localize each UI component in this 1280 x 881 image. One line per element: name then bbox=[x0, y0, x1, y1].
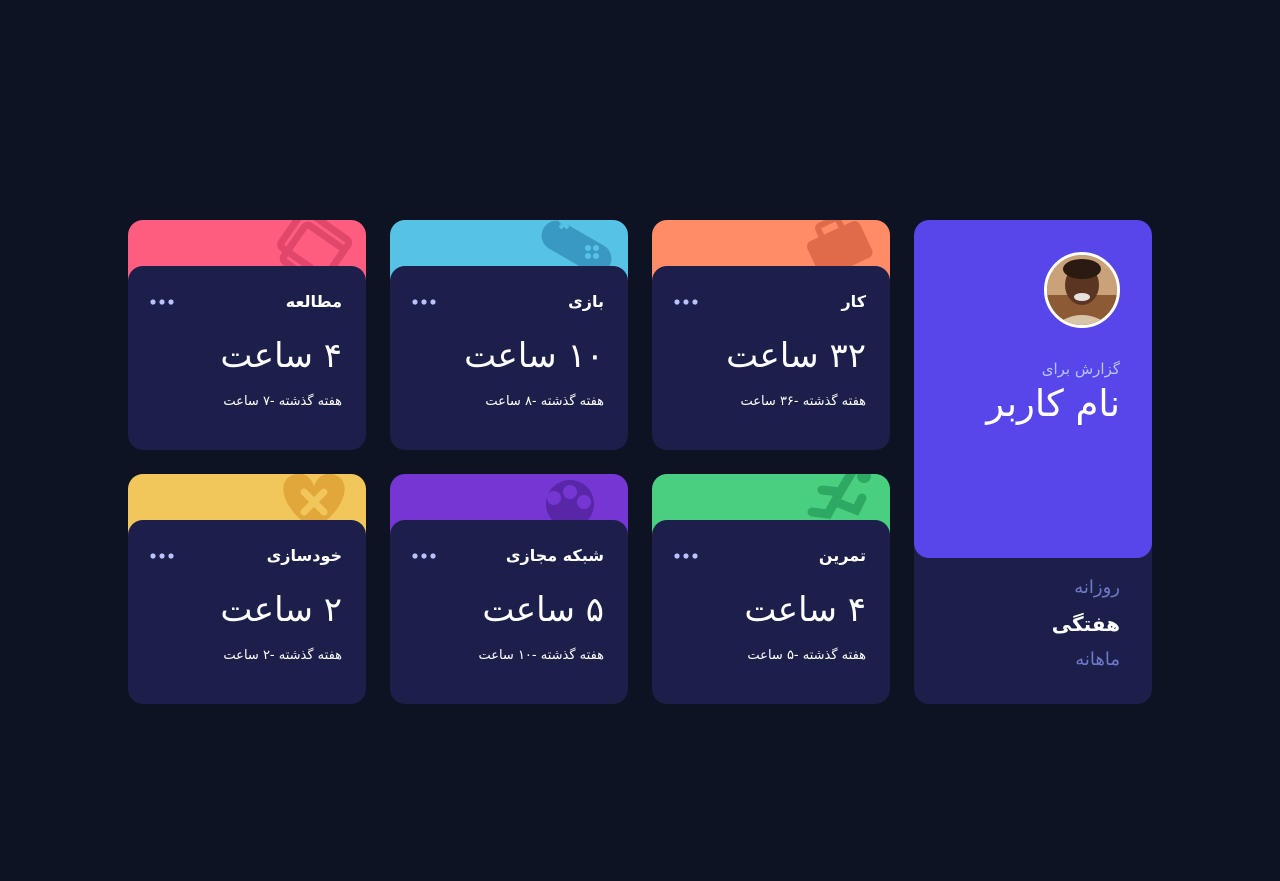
card-play: بازی ۱۰ ساعت هفته گذشته -۸ ساعت bbox=[390, 220, 628, 450]
profile-header: گزارش برای نام کاربر bbox=[914, 220, 1152, 558]
previous-hours: هفته گذشته -۵ ساعت bbox=[747, 648, 866, 663]
card-selfcare-body: خودسازی ۲ ساعت هفته گذشته -۲ ساعت bbox=[128, 520, 366, 704]
period-weekly[interactable]: هفتگی bbox=[940, 606, 1120, 642]
avatar-image bbox=[1047, 255, 1117, 325]
report-for-label: گزارش برای bbox=[1041, 360, 1120, 378]
current-hours: ۲ ساعت bbox=[220, 590, 342, 630]
dashboard: گزارش برای نام کاربر روزانه هفتگی ماهانه… bbox=[0, 0, 1280, 881]
card-title: کار bbox=[841, 292, 866, 311]
previous-hours: هفته گذشته -۱۰ ساعت bbox=[478, 648, 604, 663]
current-hours: ۴ ساعت bbox=[744, 590, 866, 630]
card-selfcare: خودسازی ۲ ساعت هفته گذشته -۲ ساعت bbox=[128, 474, 366, 704]
card-social: شبکه مجازی ۵ ساعت هفته گذشته -۱۰ ساعت bbox=[390, 474, 628, 704]
ellipsis-icon[interactable] bbox=[674, 548, 700, 564]
card-title: شبکه مجازی bbox=[505, 546, 604, 565]
card-title: خودسازی bbox=[266, 546, 342, 565]
period-switcher: روزانه هفتگی ماهانه bbox=[940, 570, 1120, 678]
ellipsis-icon[interactable] bbox=[412, 294, 438, 310]
card-exercise: تمرین ۴ ساعت هفته گذشته -۵ ساعت bbox=[652, 474, 890, 704]
card-play-body: بازی ۱۰ ساعت هفته گذشته -۸ ساعت bbox=[390, 266, 628, 450]
card-work-body: کار ۳۲ ساعت هفته گذشته -۳۶ ساعت bbox=[652, 266, 890, 450]
card-title: تمرین bbox=[818, 546, 866, 565]
card-title: مطالعه bbox=[285, 292, 342, 311]
ellipsis-icon[interactable] bbox=[150, 548, 176, 564]
card-title: بازی bbox=[568, 292, 604, 311]
card-exercise-body: تمرین ۴ ساعت هفته گذشته -۵ ساعت bbox=[652, 520, 890, 704]
ellipsis-icon[interactable] bbox=[412, 548, 438, 564]
avatar bbox=[1044, 252, 1120, 328]
current-hours: ۴ ساعت bbox=[220, 336, 342, 376]
current-hours: ۱۰ ساعت bbox=[464, 336, 604, 376]
current-hours: ۳۲ ساعت bbox=[726, 336, 866, 376]
card-study: مطالعه ۴ ساعت هفته گذشته -۷ ساعت bbox=[128, 220, 366, 450]
period-daily[interactable]: روزانه bbox=[940, 570, 1120, 606]
ellipsis-icon[interactable] bbox=[150, 294, 176, 310]
previous-hours: هفته گذشته -۲ ساعت bbox=[223, 648, 342, 663]
card-social-body: شبکه مجازی ۵ ساعت هفته گذشته -۱۰ ساعت bbox=[390, 520, 628, 704]
card-study-body: مطالعه ۴ ساعت هفته گذشته -۷ ساعت bbox=[128, 266, 366, 450]
user-name: نام کاربر bbox=[986, 382, 1120, 425]
previous-hours: هفته گذشته -۷ ساعت bbox=[223, 394, 342, 409]
card-work: کار ۳۲ ساعت هفته گذشته -۳۶ ساعت bbox=[652, 220, 890, 450]
previous-hours: هفته گذشته -۳۶ ساعت bbox=[740, 394, 866, 409]
ellipsis-icon[interactable] bbox=[674, 294, 700, 310]
period-monthly[interactable]: ماهانه bbox=[940, 642, 1120, 678]
profile-card: گزارش برای نام کاربر روزانه هفتگی ماهانه bbox=[914, 220, 1152, 704]
current-hours: ۵ ساعت bbox=[482, 590, 604, 630]
previous-hours: هفته گذشته -۸ ساعت bbox=[485, 394, 604, 409]
